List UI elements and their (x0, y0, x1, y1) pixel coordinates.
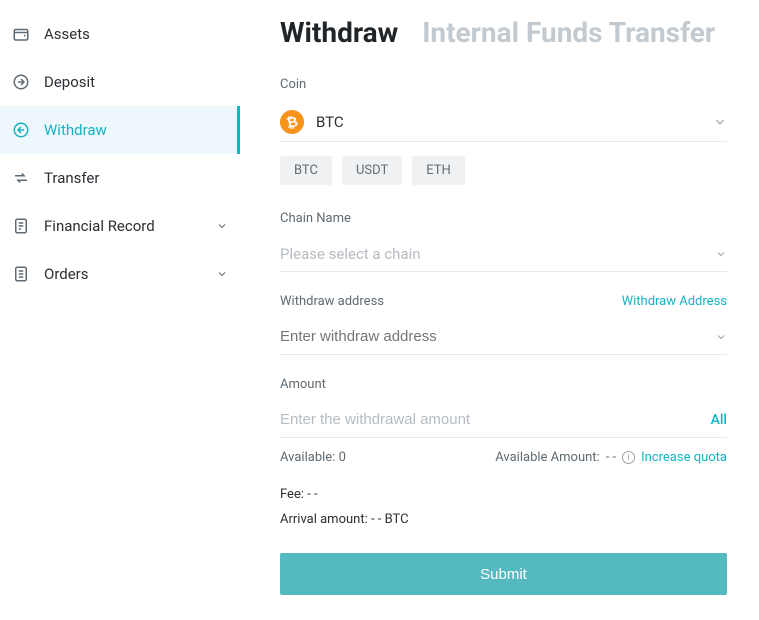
chevron-down-icon (216, 268, 228, 280)
coin-select[interactable]: ₿ BTC (280, 102, 727, 142)
available-text: Available: 0 (280, 450, 346, 465)
submit-button[interactable]: Submit (280, 553, 727, 595)
orders-icon (12, 265, 30, 283)
sidebar-item-deposit[interactable]: Deposit (0, 58, 240, 106)
amount-label: Amount (280, 377, 727, 392)
chevron-down-icon (715, 248, 727, 260)
sidebar-item-withdraw[interactable]: Withdraw (0, 106, 240, 154)
coin-quick-chips: BTC USDT ETH (280, 156, 727, 185)
amount-input[interactable] (280, 411, 701, 428)
sidebar-item-label: Transfer (44, 169, 228, 187)
field-coin: Coin ₿ BTC BTC USDT ETH (280, 77, 727, 185)
address-input-row[interactable] (280, 319, 727, 355)
field-address: Withdraw address Withdraw Address (280, 294, 727, 355)
chain-placeholder: Please select a chain (280, 245, 715, 263)
available-amount-label: Available Amount: (495, 450, 599, 465)
amount-input-row: All (280, 402, 727, 438)
field-chain: Chain Name Please select a chain (280, 211, 727, 272)
sidebar-item-label: Withdraw (44, 121, 228, 139)
increase-quota-link[interactable]: Increase quota (641, 450, 727, 465)
deposit-icon (12, 73, 30, 91)
chevron-down-icon (216, 220, 228, 232)
sidebar-item-transfer[interactable]: Transfer (0, 154, 240, 202)
chain-label: Chain Name (280, 211, 727, 226)
sidebar-item-label: Assets (44, 25, 228, 43)
sidebar-item-assets[interactable]: Assets (0, 10, 240, 58)
sidebar-item-label: Financial Record (44, 217, 216, 235)
amount-all-button[interactable]: All (711, 412, 727, 428)
sidebar: Assets Deposit Withdraw Transfer Financi… (0, 0, 240, 620)
sidebar-item-label: Deposit (44, 73, 228, 91)
btc-icon: ₿ (278, 107, 306, 135)
main-content: Withdraw Internal Funds Transfer Coin ₿ … (240, 0, 759, 620)
chip-usdt[interactable]: USDT (342, 156, 402, 185)
available-amount-value: - - (606, 450, 616, 465)
tabs: Withdraw Internal Funds Transfer (280, 16, 727, 49)
available-amount-block: Available Amount: - - i Increase quota (495, 450, 727, 465)
record-icon (12, 217, 30, 235)
chevron-down-icon (715, 331, 727, 343)
coin-selected-value: BTC (316, 113, 713, 131)
info-icon[interactable]: i (622, 451, 635, 464)
fee-line: Fee: - - (280, 487, 727, 502)
coin-label: Coin (280, 77, 727, 92)
chain-select[interactable]: Please select a chain (280, 236, 727, 272)
field-amount: Amount All Available: 0 Available Amount… (280, 377, 727, 465)
transfer-icon (12, 169, 30, 187)
sidebar-item-financial-record[interactable]: Financial Record (0, 202, 240, 250)
tab-internal-transfer[interactable]: Internal Funds Transfer (422, 16, 715, 49)
chip-btc[interactable]: BTC (280, 156, 332, 185)
address-label: Withdraw address (280, 294, 384, 309)
address-input[interactable] (280, 328, 715, 345)
chip-eth[interactable]: ETH (412, 156, 465, 185)
arrival-line: Arrival amount: - - BTC (280, 512, 727, 527)
sidebar-item-label: Orders (44, 265, 216, 283)
chevron-down-icon (713, 115, 727, 129)
tab-withdraw[interactable]: Withdraw (280, 16, 398, 49)
withdraw-icon (12, 121, 30, 139)
sidebar-item-orders[interactable]: Orders (0, 250, 240, 298)
withdraw-address-link[interactable]: Withdraw Address (622, 294, 727, 309)
wallet-icon (12, 25, 30, 43)
